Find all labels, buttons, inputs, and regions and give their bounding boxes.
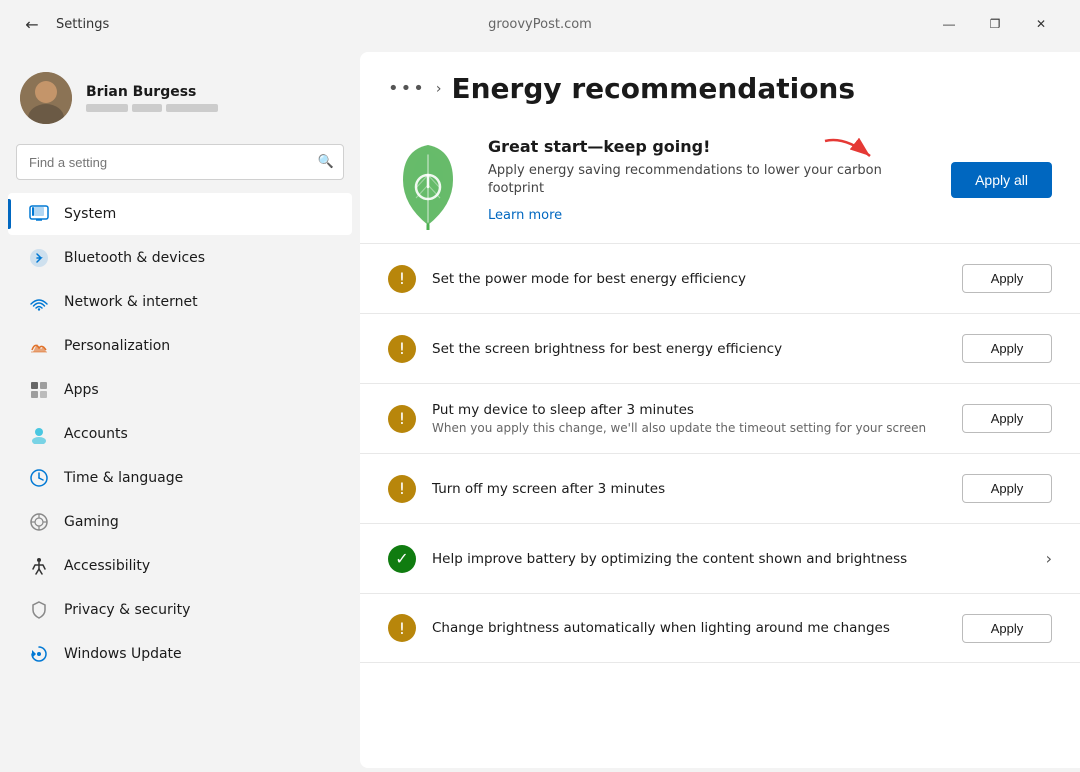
sidebar-label-system: System [64, 206, 116, 222]
rec-text-battery: Help improve battery by optimizing the c… [432, 551, 1030, 567]
rec-title-sleep: Put my device to sleep after 3 minutes [432, 402, 946, 418]
rec-item-brightness: ! Set the screen brightness for best ene… [360, 313, 1080, 383]
personalization-icon [28, 335, 50, 357]
sidebar-item-gaming[interactable]: Gaming [8, 501, 352, 543]
rec-subtitle-sleep: When you apply this change, we'll also u… [432, 421, 946, 437]
user-info: Brian Burgess [86, 84, 218, 112]
rec-item-battery[interactable]: ✓ Help improve battery by optimizing the… [360, 523, 1080, 593]
apps-icon [28, 379, 50, 401]
success-icon-battery: ✓ [388, 545, 416, 573]
warning-icon-power-mode: ! [388, 265, 416, 293]
titlebar-url: groovyPost.com [488, 17, 592, 32]
rec-title-brightness: Set the screen brightness for best energ… [432, 341, 946, 357]
breadcrumb-chevron: › [436, 81, 442, 97]
search-input[interactable] [16, 144, 344, 180]
recommendations-list: ! Set the power mode for best energy eff… [360, 243, 1080, 768]
warning-icon-screen-off: ! [388, 475, 416, 503]
sidebar-label-update: Windows Update [64, 646, 182, 662]
hero-section: Great start—keep going! Apply energy sav… [360, 117, 1080, 243]
sidebar-item-system[interactable]: System [8, 193, 352, 235]
sidebar-item-bluetooth[interactable]: Bluetooth & devices [8, 237, 352, 279]
rec-text-brightness: Set the screen brightness for best energ… [432, 341, 946, 357]
warning-icon-sleep: ! [388, 405, 416, 433]
avatar [20, 72, 72, 124]
rec-item-screen-off: ! Turn off my screen after 3 minutes App… [360, 453, 1080, 523]
window-controls: — ❐ ✕ [926, 8, 1064, 40]
bluetooth-icon [28, 247, 50, 269]
accounts-icon [28, 423, 50, 445]
rec-title-screen-off: Turn off my screen after 3 minutes [432, 481, 946, 497]
user-bars [86, 104, 218, 112]
warning-icon-brightness: ! [388, 335, 416, 363]
sidebar-label-personalization: Personalization [64, 338, 170, 354]
user-name: Brian Burgess [86, 84, 218, 100]
learn-more-link[interactable]: Learn more [488, 208, 562, 223]
rec-title-power-mode: Set the power mode for best energy effic… [432, 271, 946, 287]
search-box: 🔍 [16, 144, 344, 180]
maximize-button[interactable]: ❐ [972, 8, 1018, 40]
rec-item-sleep: ! Put my device to sleep after 3 minutes… [360, 383, 1080, 453]
apply-button-sleep[interactable]: Apply [962, 404, 1052, 433]
sidebar-label-network: Network & internet [64, 294, 198, 310]
user-profile[interactable]: Brian Burgess [0, 60, 360, 140]
search-icon: 🔍 [318, 155, 334, 170]
rec-title-auto-brightness: Change brightness automatically when lig… [432, 620, 946, 636]
back-button[interactable]: ← [16, 8, 48, 40]
app-name: Settings [56, 17, 109, 32]
sidebar-label-time: Time & language [64, 470, 183, 486]
rec-item-power-mode: ! Set the power mode for best energy eff… [360, 243, 1080, 313]
sidebar: Brian Burgess 🔍 [0, 48, 360, 772]
rec-text-power-mode: Set the power mode for best energy effic… [432, 271, 946, 287]
apply-button-power-mode[interactable]: Apply [962, 264, 1052, 293]
chevron-right-icon: › [1046, 549, 1052, 568]
sidebar-label-accounts: Accounts [64, 426, 128, 442]
page-title: Energy recommendations [451, 72, 855, 105]
content-header: ••• › Energy recommendations [360, 52, 1080, 117]
sidebar-item-accounts[interactable]: Accounts [8, 413, 352, 455]
leaf-icon [388, 140, 468, 220]
sidebar-label-apps: Apps [64, 382, 99, 398]
rec-item-auto-brightness: ! Change brightness automatically when l… [360, 593, 1080, 663]
arrow-annotation [815, 131, 885, 181]
apply-button-auto-brightness[interactable]: Apply [962, 614, 1052, 643]
sidebar-label-bluetooth: Bluetooth & devices [64, 250, 205, 266]
content-panel: ••• › Energy recommendations [360, 52, 1080, 768]
sidebar-label-gaming: Gaming [64, 514, 119, 530]
breadcrumb-dots: ••• [388, 78, 426, 99]
user-bar-3 [166, 104, 218, 112]
sidebar-item-accessibility[interactable]: Accessibility [8, 545, 352, 587]
time-icon [28, 467, 50, 489]
minimize-button[interactable]: — [926, 8, 972, 40]
accessibility-icon [28, 555, 50, 577]
close-button[interactable]: ✕ [1018, 8, 1064, 40]
sidebar-label-privacy: Privacy & security [64, 602, 190, 618]
sidebar-item-privacy[interactable]: Privacy & security [8, 589, 352, 631]
apply-button-screen-off[interactable]: Apply [962, 474, 1052, 503]
sidebar-item-network[interactable]: Network & internet [8, 281, 352, 323]
gaming-icon [28, 511, 50, 533]
rec-title-battery: Help improve battery by optimizing the c… [432, 551, 1030, 567]
update-icon [28, 643, 50, 665]
app-body: Brian Burgess 🔍 [0, 48, 1080, 772]
apply-all-button[interactable]: Apply all [951, 162, 1052, 198]
rec-text-auto-brightness: Change brightness automatically when lig… [432, 620, 946, 636]
network-icon [28, 291, 50, 313]
privacy-icon [28, 599, 50, 621]
sidebar-label-accessibility: Accessibility [64, 558, 150, 574]
system-icon [28, 203, 50, 225]
sidebar-item-time[interactable]: Time & language [8, 457, 352, 499]
rec-text-screen-off: Turn off my screen after 3 minutes [432, 481, 946, 497]
user-bar-2 [132, 104, 162, 112]
user-bar-1 [86, 104, 128, 112]
sidebar-item-personalization[interactable]: Personalization [8, 325, 352, 367]
apply-button-brightness[interactable]: Apply [962, 334, 1052, 363]
titlebar: ← Settings groovyPost.com — ❐ ✕ [0, 0, 1080, 48]
warning-icon-auto-brightness: ! [388, 614, 416, 642]
rec-text-sleep: Put my device to sleep after 3 minutes W… [432, 402, 946, 437]
sidebar-item-update[interactable]: Windows Update [8, 633, 352, 675]
sidebar-item-apps[interactable]: Apps [8, 369, 352, 411]
